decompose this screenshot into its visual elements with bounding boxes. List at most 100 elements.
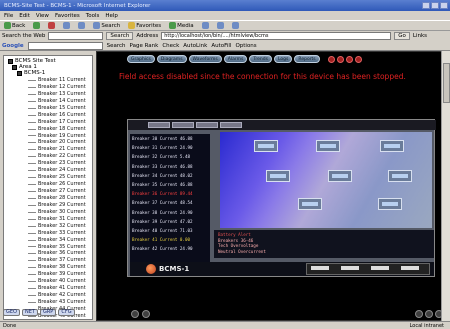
check-button[interactable]: Check	[162, 43, 179, 49]
tab-logs[interactable]: Logs	[274, 55, 293, 63]
tree-item-breaker[interactable]: Breaker 29 Current	[28, 202, 92, 209]
minimize-button[interactable]	[422, 2, 430, 9]
tree-item-breaker[interactable]: Breaker 26 Current	[28, 181, 92, 188]
home-button[interactable]	[76, 22, 87, 29]
scrollbar-thumb[interactable]	[443, 63, 450, 103]
tab-alarms[interactable]: Alarms	[223, 55, 248, 63]
tree-item-breaker[interactable]: Breaker 42 Current	[28, 292, 92, 299]
menu-edit[interactable]: Edit	[19, 13, 30, 19]
tree-item-breaker[interactable]: Breaker 11 Current	[28, 77, 92, 84]
address-label: Address	[136, 33, 159, 39]
tree-item-breaker[interactable]: Breaker 39 Current	[28, 271, 92, 278]
tree-item-breaker[interactable]: Breaker 31 Current	[28, 216, 92, 223]
mail-button[interactable]	[215, 22, 226, 29]
tree-root[interactable]: BCMS Site Test	[4, 56, 92, 64]
history-button[interactable]	[200, 22, 211, 29]
tree-item-breaker[interactable]: Breaker 43 Current	[28, 299, 92, 306]
tree-item-breaker[interactable]: Breaker 24 Current	[28, 167, 92, 174]
tree-tab-grp[interactable]: GRP	[39, 309, 57, 316]
tree-item-breaker[interactable]: Breaker 12 Current	[28, 84, 92, 91]
tree-tab-geo[interactable]: GEO	[3, 309, 20, 316]
close-button[interactable]	[440, 2, 448, 9]
tree-item-breaker[interactable]: Breaker 38 Current	[28, 264, 92, 271]
tree-item-breaker[interactable]: Breaker 14 Current	[28, 98, 92, 105]
google-toolbar: Google Search Page Rank Check AutoLink A…	[0, 41, 450, 51]
tree-connector-icon	[28, 163, 36, 165]
footer-button[interactable]	[425, 310, 433, 318]
security-zone: Local intranet	[409, 322, 444, 329]
media-button[interactable]: Media	[167, 22, 196, 29]
search-button[interactable]: Search	[91, 22, 122, 29]
autofill-button[interactable]: AutoFill	[211, 43, 231, 49]
tree-item-breaker[interactable]: Breaker 40 Current	[28, 278, 92, 285]
google-search-button[interactable]: Search	[107, 43, 126, 49]
control-button[interactable]	[345, 55, 353, 63]
refresh-button[interactable]	[61, 22, 72, 29]
tree-tab-cfg[interactable]: CFG	[58, 309, 75, 316]
tree-item-breaker[interactable]: Breaker 21 Current	[28, 146, 92, 153]
google-search-input[interactable]	[27, 41, 103, 50]
tree-item-breaker[interactable]: Breaker 36 Current	[28, 250, 92, 257]
search-web-button[interactable]: Search	[106, 32, 134, 40]
tree-item-breaker[interactable]: Breaker 19 Current	[28, 133, 92, 140]
tab-trends[interactable]: Trends	[249, 55, 272, 63]
page-rank-button[interactable]: Page Rank	[130, 43, 159, 49]
tree-item-breaker[interactable]: Breaker 37 Current	[28, 257, 92, 264]
tab-graphics[interactable]: Graphics	[127, 55, 155, 63]
print-button[interactable]	[230, 22, 241, 29]
tree-item-breaker[interactable]: Breaker 22 Current	[28, 153, 92, 160]
tree-item-breaker[interactable]: Breaker 41 Current	[28, 285, 92, 292]
tab-reports[interactable]: Reports	[294, 55, 320, 63]
links-label[interactable]: Links	[413, 33, 427, 39]
tree-item-breaker[interactable]: Breaker 18 Current	[28, 126, 92, 133]
tree-item-breaker[interactable]: Breaker 27 Current	[28, 188, 92, 195]
tree-item-breaker[interactable]: Breaker 30 Current	[28, 209, 92, 216]
tree-connector-icon	[28, 128, 36, 130]
tree-item-breaker[interactable]: Breaker 13 Current	[28, 91, 92, 98]
tree-item-breaker[interactable]: Breaker 16 Current	[28, 112, 92, 119]
search-web-input[interactable]	[48, 32, 104, 40]
stop-icon	[48, 22, 56, 29]
vertical-scrollbar[interactable]	[441, 51, 450, 321]
go-button[interactable]: Go	[394, 32, 410, 40]
tree-connector-icon	[28, 218, 36, 220]
menu-tools[interactable]: Tools	[86, 13, 100, 19]
stop-button[interactable]	[46, 22, 57, 29]
favorites-button[interactable]: Favorites	[126, 22, 163, 29]
footer-button[interactable]	[142, 310, 150, 318]
menu-view[interactable]: View	[36, 13, 49, 19]
tree-item-breaker[interactable]: Breaker 15 Current	[28, 105, 92, 112]
tree-tab-net[interactable]: NET	[21, 309, 38, 316]
menu-help[interactable]: Help	[105, 13, 118, 19]
tree-connector-icon	[28, 149, 36, 151]
tab-waveforms[interactable]: Waveforms	[188, 55, 222, 63]
footer-button[interactable]	[415, 310, 423, 318]
tree-item-breaker[interactable]: Breaker 33 Current	[28, 230, 92, 237]
forward-button[interactable]	[31, 22, 42, 29]
tree-item-breaker[interactable]: Breaker 20 Current	[28, 139, 92, 146]
tree-item-breaker[interactable]: Breaker 35 Current	[28, 244, 92, 251]
url-input[interactable]: http://localhost/ion/bin/..../htmlview/b…	[161, 32, 392, 40]
menu-favorites[interactable]: Favorites	[55, 13, 80, 19]
tree-item-breaker[interactable]: Breaker 25 Current	[28, 174, 92, 181]
readout-cell	[371, 266, 389, 270]
tree-connector-icon	[28, 86, 36, 88]
autolink-button[interactable]: AutoLink	[183, 43, 207, 49]
control-button[interactable]	[327, 55, 335, 63]
menu-file[interactable]: File	[4, 13, 13, 19]
footer-button[interactable]	[131, 310, 139, 318]
tree-item-breaker[interactable]: Breaker 17 Current	[28, 119, 92, 126]
tree-item-breaker[interactable]: Breaker 32 Current	[28, 223, 92, 230]
maximize-button[interactable]	[431, 2, 439, 9]
tree-item-breaker[interactable]: Breaker 34 Current	[28, 237, 92, 244]
back-button[interactable]: Back	[2, 22, 27, 29]
readout-panel	[306, 263, 430, 275]
tree-item-label: Breaker 16 Current	[38, 111, 86, 118]
tree-item-breaker[interactable]: Breaker 23 Current	[28, 160, 92, 167]
history-icon	[201, 22, 209, 29]
tree-item-breaker[interactable]: Breaker 28 Current	[28, 195, 92, 202]
control-button[interactable]	[336, 55, 344, 63]
tab-diagrams[interactable]: Diagrams	[156, 55, 187, 63]
options-button[interactable]: Options	[235, 43, 256, 49]
control-button[interactable]	[354, 55, 362, 63]
